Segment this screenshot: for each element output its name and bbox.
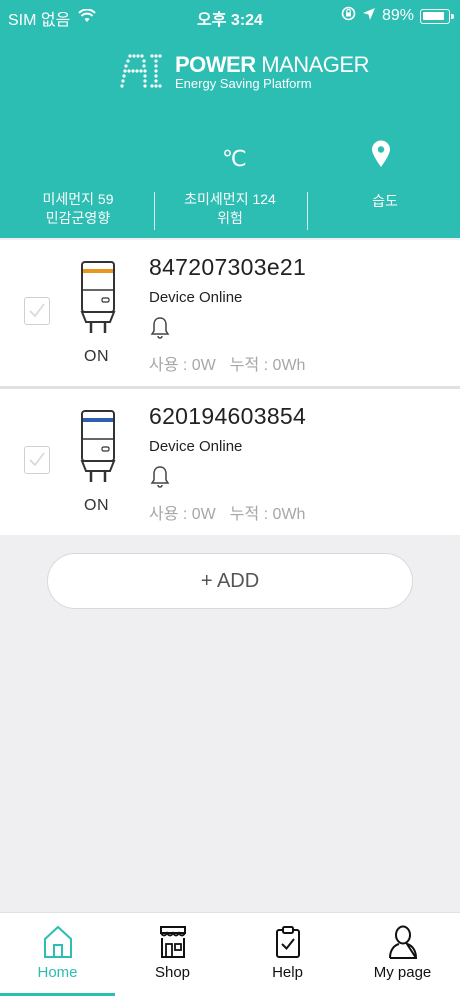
device-card[interactable]: ON 847207303e21 Device Online 사용 : 0W 누적 … [0,240,460,386]
bell-icon[interactable] [150,465,170,489]
device-state: ON [84,497,109,514]
fine-dust-level: 민감군영향 [45,210,111,226]
device-state: ON [84,348,109,365]
cumulative-usage: 누적 : 0Wh [229,506,306,523]
rotation-lock-icon [341,6,356,26]
location-pin-icon[interactable] [371,140,391,173]
header-panel: SIM 없음 오후 3:24 89% POWER MANAGER Energy … [0,0,460,238]
device-status: Device Online [149,289,243,306]
user-icon [388,925,417,959]
add-device-button[interactable]: + ADD [47,553,413,609]
smart-plug-icon [80,261,116,333]
device-usage: 사용 : 0W 누적 : 0Wh [149,351,319,375]
device-checkbox[interactable] [24,446,50,474]
battery-percent: 89% [381,7,414,24]
power-usage: 사용 : 0W [149,506,216,523]
humidity-metric: 습도 [372,193,398,209]
tab-label: Help [272,964,303,981]
battery-icon [420,8,454,24]
clipboard-icon [275,926,300,958]
device-checkbox[interactable] [24,297,50,325]
app-logo: POWER MANAGER Energy Saving Platform [120,50,369,96]
tab-label: Home [37,964,78,981]
logo-title: POWER MANAGER [175,52,369,77]
logo-ai-mark [120,54,162,88]
plug-band [83,418,113,422]
ultrafine-dust-value: 초미세먼지 124 [184,191,276,207]
location-arrow-icon [362,7,376,26]
cumulative-usage: 누적 : 0Wh [229,357,306,374]
bottom-tab-bar: Home Shop Help My page [0,912,460,996]
fine-dust-value: 미세먼지 59 [42,191,114,207]
shop-icon [159,926,186,958]
tab-shop[interactable]: Shop [115,913,230,996]
device-usage: 사용 : 0W 누적 : 0Wh [149,500,319,524]
ultrafine-dust-level: 위험 [217,210,243,226]
status-bar: SIM 없음 오후 3:24 89% [0,0,460,32]
temperature-icon: ℃ [222,146,247,171]
bell-icon[interactable] [150,316,170,340]
smart-plug-icon [80,410,116,482]
tab-my-page[interactable]: My page [345,913,460,996]
tab-label: My page [373,964,432,981]
logo-subtitle: Energy Saving Platform [175,76,312,91]
home-icon [43,925,72,958]
metric-divider [154,192,155,230]
plug-band [83,269,113,273]
device-id: 847207303e21 [149,254,307,280]
ultrafine-dust-metric: 초미세먼지 124 위험 [170,190,290,228]
device-id: 620194603854 [149,403,307,429]
air-quality-metrics: 미세먼지 59 민감군영향 초미세먼지 124 위험 습도 [0,190,460,234]
fine-dust-metric: 미세먼지 59 민감군영향 [18,190,138,228]
power-usage: 사용 : 0W [149,357,216,374]
tab-home[interactable]: Home [0,913,115,996]
metric-divider [307,192,308,230]
device-status: Device Online [149,438,243,455]
tab-help[interactable]: Help [230,913,345,996]
tab-label: Shop [154,964,191,981]
device-card[interactable]: ON 620194603854 Device Online 사용 : 0W 누적 … [0,389,460,535]
